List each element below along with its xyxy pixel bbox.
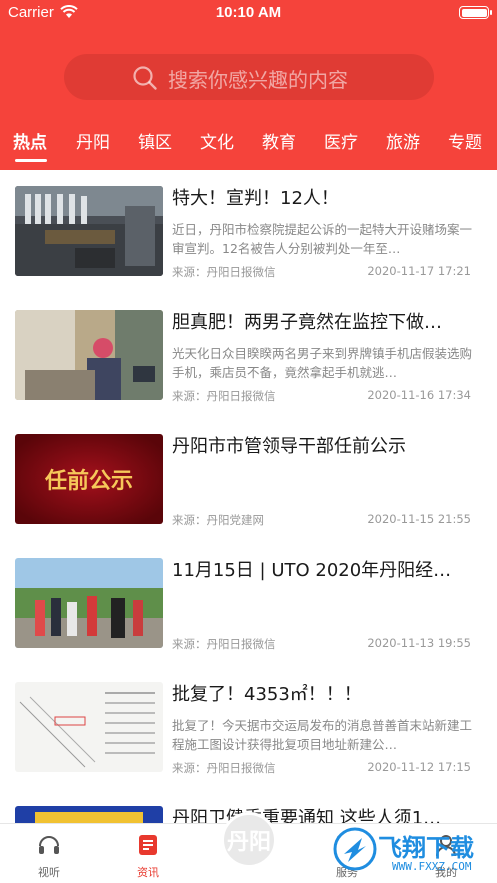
news-title: 特大！宣判！12人！	[172, 188, 339, 209]
watermark-text: 飞翔下载	[378, 834, 474, 862]
status-time: 10:10 AM	[215, 4, 282, 21]
search-placeholder: 搜索你感兴趣的内容	[168, 68, 348, 92]
news-thumbnail	[15, 310, 163, 400]
news-item[interactable]: 特大！宣判！12人！ 近日，丹阳市检察院提起公诉的一起特大开设赌场案一审宣判。1…	[0, 170, 497, 294]
news-time: 2020-11-15 21:55	[367, 512, 471, 526]
tab-travel[interactable]: 旅游	[386, 128, 420, 153]
app-header: Carrier 10:10 AM 搜索你感兴趣的内容 热点 丹阳 镇区 文化 教…	[0, 0, 497, 170]
news-source: 来源：丹阳党建网	[172, 513, 264, 527]
news-time: 2020-11-17 17:21	[367, 264, 471, 278]
news-summary: 光天化日众目睽睽两名男子来到界牌镇手机店假装选购手机，乘店员不备，竟然拿起手机就…	[172, 346, 473, 380]
news-title: 胆真肥！两男子竟然在监控下做…	[172, 312, 442, 333]
category-tabs: 热点 丹阳 镇区 文化 教育 医疗 旅游 专题	[0, 128, 497, 162]
news-time: 2020-11-12 17:15	[367, 760, 471, 774]
news-thumbnail	[15, 682, 163, 772]
tab-towns[interactable]: 镇区	[138, 128, 172, 153]
news-thumbnail	[15, 558, 163, 648]
tab-medical[interactable]: 医疗	[324, 128, 358, 153]
tab-culture[interactable]: 文化	[200, 128, 234, 153]
watermark-url: WWW.FXXZ.COM	[392, 860, 472, 873]
news-thumbnail: 任前公示	[15, 434, 163, 524]
center-logo-button[interactable]: 丹阳	[221, 812, 277, 868]
news-time: 2020-11-16 17:34	[367, 388, 471, 402]
news-title: 批复了！4353㎡！！！	[172, 684, 362, 705]
news-summary: 批复了！今天据市交运局发布的消息普善首末站新建工程施工图设计获得批复项目地址新建…	[172, 718, 473, 752]
active-tab-indicator	[15, 159, 47, 162]
news-source: 来源：丹阳日报微信	[172, 265, 276, 279]
news-item[interactable]: 11月15日 | UTO 2020年丹阳经… 来源：丹阳日报微信 2020-11…	[0, 542, 497, 666]
watermark-logo-icon	[333, 827, 377, 871]
news-title: 11月15日 | UTO 2020年丹阳经…	[172, 560, 452, 581]
tab-danyang[interactable]: 丹阳	[76, 128, 110, 153]
tabbar-label: 视听	[38, 866, 60, 879]
tabbar-item-listen[interactable]: 视听	[14, 832, 84, 880]
news-source: 来源：丹阳日报微信	[172, 389, 276, 403]
news-thumbnail	[15, 186, 163, 276]
tab-education[interactable]: 教育	[262, 128, 296, 153]
battery-icon	[459, 6, 492, 19]
news-item[interactable]: 批复了！4353㎡！！！ 批复了！今天据市交运局发布的消息普善首末站新建工程施工…	[0, 666, 497, 790]
news-summary: 近日，丹阳市检察院提起公诉的一起特大开设赌场案一审宣判。12名被告人分别被判处一…	[172, 222, 473, 256]
news-icon	[139, 835, 157, 855]
news-source: 来源：丹阳日报微信	[172, 761, 276, 775]
news-item[interactable]: 任前公示 丹阳市市管领导干部任前公示 来源：丹阳党建网 2020-11-15 2…	[0, 418, 497, 542]
news-time: 2020-11-13 19:55	[367, 636, 471, 650]
tab-hot[interactable]: 热点	[13, 128, 47, 153]
news-title: 丹阳市市管领导干部任前公示	[172, 436, 406, 457]
tabbar-label: 资讯	[137, 866, 159, 879]
tab-special[interactable]: 专题	[448, 128, 482, 153]
search-bar[interactable]: 搜索你感兴趣的内容	[64, 54, 434, 100]
listen-icon	[39, 836, 59, 854]
status-bar: Carrier 10:10 AM	[0, 0, 497, 28]
news-source: 来源：丹阳日报微信	[172, 637, 276, 651]
watermark: 飞翔下载 WWW.FXXZ.COM	[332, 826, 492, 878]
search-icon	[133, 66, 157, 90]
tabbar-item-news[interactable]: 资讯	[113, 832, 183, 880]
center-logo: 丹阳	[226, 830, 271, 855]
news-item[interactable]: 胆真肥！两男子竟然在监控下做… 光天化日众目睽睽两名男子来到界牌镇手机店假装选购…	[0, 294, 497, 418]
thumbnail-caption: 任前公示	[44, 468, 133, 494]
